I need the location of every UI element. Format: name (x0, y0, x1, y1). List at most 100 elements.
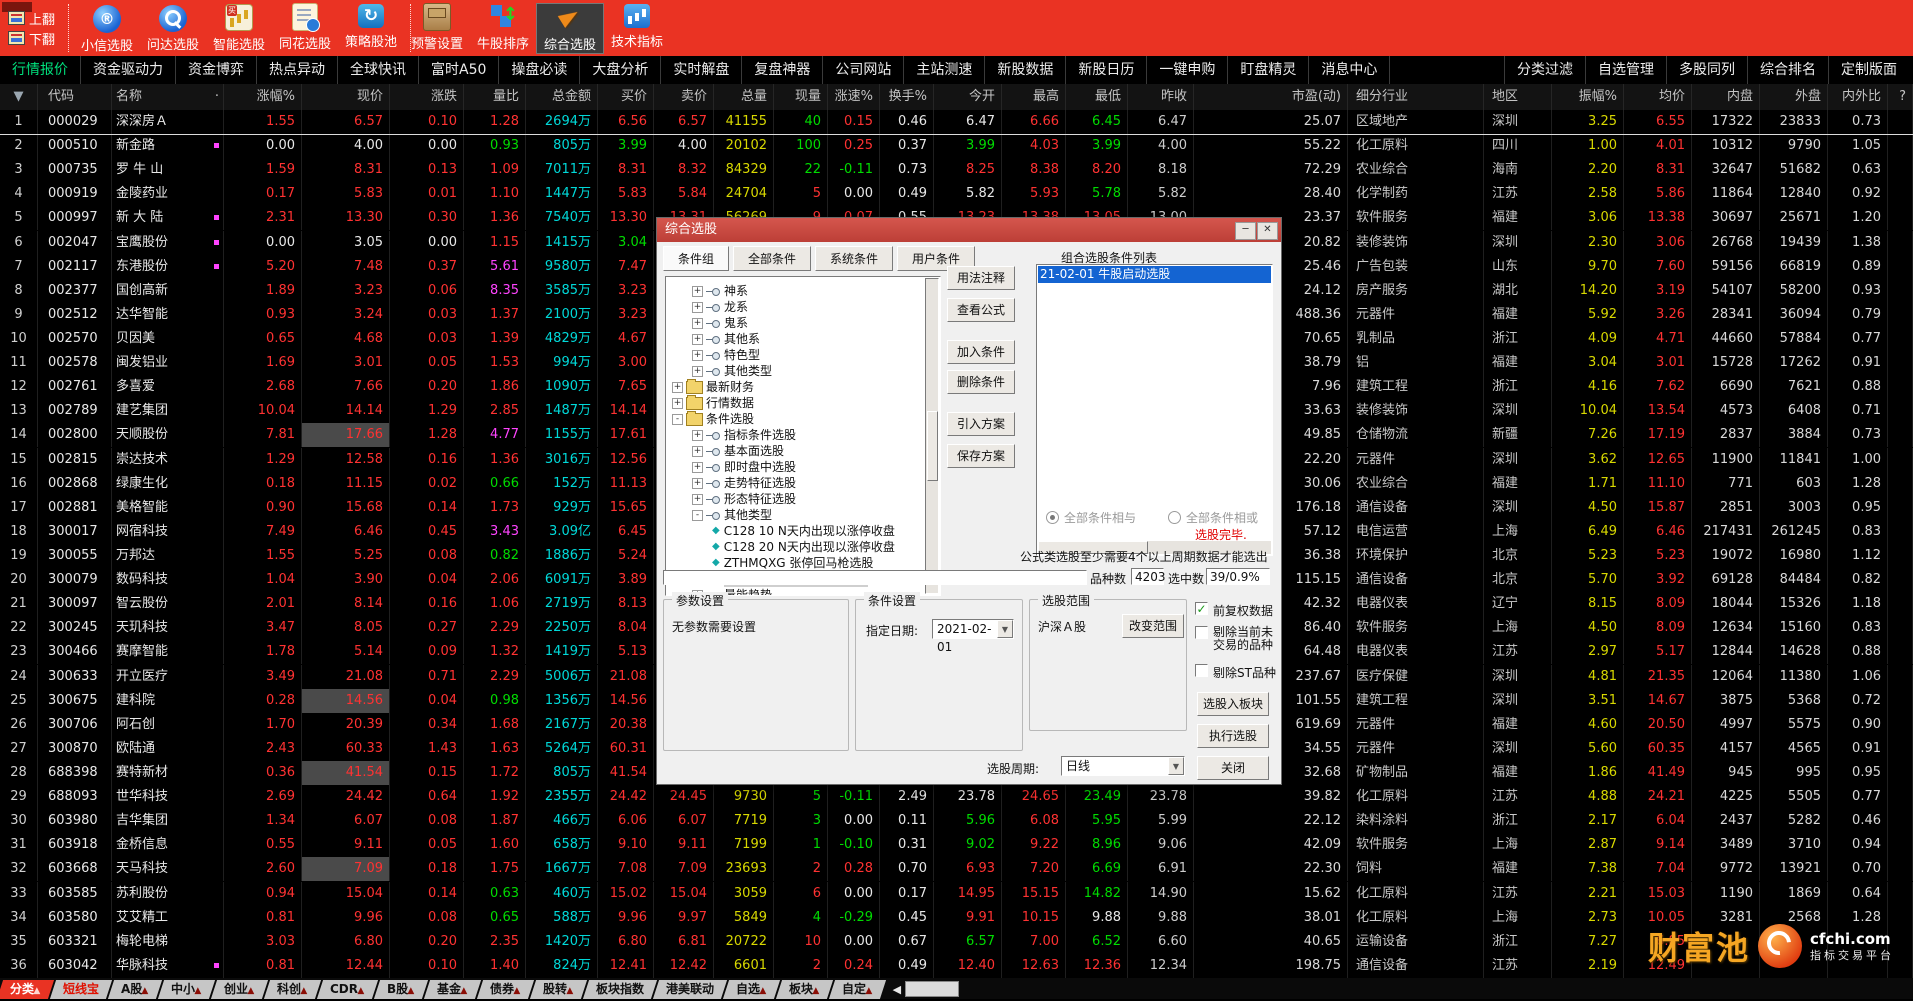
menu-item-一键申购[interactable]: 一键申购 (1147, 56, 1229, 84)
tree-item-ZTHMQXG 张停回马枪选股[interactable]: ◆ ZTHMQXG 张停回马枪选股 (712, 555, 873, 571)
table-row[interactable]: 1 000029 深深房Ａ 1.55 6.57 0.10 1.28 2694万 6.56 6.57… (0, 110, 1913, 134)
column-header-总量[interactable]: 总量 (714, 84, 774, 110)
column-header-外盘[interactable]: 外盘 (1760, 84, 1828, 110)
forward-adjust-checkbox[interactable]: ✓ 前复权数据 (1195, 602, 1277, 619)
expand-icon[interactable]: + (672, 381, 683, 393)
menu-right-item-定制版面[interactable]: 定制版面 (1828, 56, 1909, 84)
delete-condition-button[interactable]: 删除条件 (947, 370, 1015, 394)
tree-item-其他类型[interactable]: + 其他类型 (692, 363, 772, 379)
column-header-昨收[interactable]: 昨收 (1128, 84, 1194, 110)
toolbar-item-预警设置[interactable]: 预警设置 (404, 3, 470, 53)
collapse-icon[interactable]: - (672, 413, 683, 425)
menu-right-item-综合排名[interactable]: 综合排名 (1747, 56, 1828, 84)
expand-icon[interactable]: + (692, 317, 703, 329)
tree-item-条件选股[interactable]: - 条件选股 (672, 410, 754, 427)
column-header-涨跌[interactable]: 涨跌 (390, 84, 464, 110)
toolbar-item-问达选股[interactable]: 问达选股 (140, 3, 206, 53)
add-condition-button[interactable]: 加入条件 (947, 340, 1015, 364)
table-row[interactable]: 34 603580 艾艾精工 0.81 9.96 0.08 0.65 588万 9.96 9.97… (0, 905, 1913, 930)
toolbar-item-智能选股[interactable]: 智能选股 (206, 3, 272, 53)
column-header-卖价[interactable]: 卖价 (654, 84, 714, 110)
skip-st-checkbox[interactable]: 剔除ST品种 (1195, 664, 1277, 681)
tree-item-即时盘中选股[interactable]: + 即时盘中选股 (692, 459, 796, 475)
menu-item-资金博弈[interactable]: 资金博弈 (176, 56, 257, 84)
market-tab-板块指数[interactable]: 板块指数 (582, 980, 657, 999)
expand-icon[interactable]: + (692, 365, 703, 377)
table-row[interactable]: 33 603585 苏利股份 0.94 15.04 0.14 0.63 460万 15.02 15… (0, 881, 1913, 906)
tree-item-C128 10 N天内出现以涨停收盘[interactable]: ◆ C128 10 N天内出现以涨停收盘 (712, 523, 895, 539)
tab-scroll-left-icon[interactable]: ◀ (893, 983, 901, 996)
date-combobox[interactable]: 2021-02-01 ▼ (932, 619, 1014, 654)
menu-item-新股日历[interactable]: 新股日历 (1066, 56, 1148, 84)
table-row[interactable]: 36 603042 华脉科技 0.81 12.44 0.10 1.40 824万 12.41 12… (0, 953, 1913, 978)
market-tab-短线宝[interactable]: 短线宝 (49, 980, 113, 999)
period-combobox[interactable]: 日线 ▼ (1061, 756, 1185, 776)
tree-item-其他类型[interactable]: - 其他类型 (692, 507, 772, 523)
tab-page-box[interactable] (905, 981, 960, 997)
select-to-block-button[interactable]: 选股入板块 (1197, 692, 1269, 716)
expand-icon[interactable]: + (692, 445, 703, 457)
toolbar-item-综合选股[interactable]: 综合选股 (536, 3, 604, 54)
expand-icon[interactable]: + (692, 285, 703, 297)
expand-icon[interactable]: + (692, 349, 703, 361)
minimize-icon[interactable]: ─ (1235, 222, 1256, 240)
toolbar-item-小信选股[interactable]: ® 小信选股 (74, 3, 140, 54)
tree-item-基本面选股[interactable]: + 基本面选股 (692, 443, 784, 459)
tree-scrollbar[interactable] (925, 278, 939, 594)
market-tab-债券[interactable]: 债券▲ (476, 980, 534, 999)
toolbar-item-技术指标[interactable]: 技术指标 (604, 3, 670, 53)
column-header-总金额[interactable]: 总金额 (526, 84, 598, 110)
expand-icon[interactable]: + (692, 333, 703, 345)
tree-item-形态特征选股[interactable]: + 形态特征选股 (692, 491, 796, 507)
dialog-titlebar[interactable]: 综合选股 (657, 218, 1281, 242)
market-tab-股转[interactable]: 股转▲ (529, 980, 587, 999)
expand-icon[interactable]: + (692, 477, 703, 489)
toolbar-item-策略股池[interactable]: ↻ 策略股池 (338, 3, 404, 53)
column-header-内盘[interactable]: 内盘 (1692, 84, 1760, 110)
menu-right-item-多股同列[interactable]: 多股同列 (1666, 56, 1747, 84)
expand-icon[interactable]: + (672, 397, 683, 409)
table-row[interactable]: 31 603918 金桥信息 0.55 9.11 0.05 1.60 658万 9.10 9.11… (0, 833, 1913, 858)
market-tab-创业[interactable]: 创业▲ (211, 980, 269, 999)
tab-system-conditions[interactable]: 系统条件 (815, 246, 893, 271)
sort-arrow-icon[interactable]: ▼ (0, 84, 38, 110)
tree-item-鬼系[interactable]: + 鬼系 (692, 315, 748, 331)
import-plan-button[interactable]: 引入方案 (947, 412, 1015, 436)
radio-all-or[interactable]: 全部条件相或 (1168, 509, 1258, 526)
column-header-现量[interactable]: 现量 (774, 84, 828, 110)
column-header-涨幅%[interactable]: 涨幅% (224, 84, 302, 110)
execute-selection-button[interactable]: 执行选股 (1197, 724, 1269, 748)
table-row[interactable]: 30 603980 吉华集团 1.34 6.07 0.08 1.87 466万 6.06 6.07… (0, 809, 1913, 834)
market-tab-B股[interactable]: B股▲ (373, 980, 429, 999)
table-row[interactable]: 4 000919 金陵药业 0.17 5.83 0.01 1.10 1447万 5.83 5.84… (0, 182, 1913, 207)
chevron-down-icon[interactable]: ▼ (1168, 757, 1184, 775)
market-tab-科创[interactable]: 科创▲ (263, 980, 322, 999)
change-range-button[interactable]: 改变范围 (1122, 614, 1184, 638)
column-header-名称[interactable]: 名称 · (112, 84, 224, 110)
column-header-量比[interactable]: 量比 (464, 84, 526, 110)
expand-icon[interactable]: + (692, 301, 703, 313)
menu-item-资金驱动力[interactable]: 资金驱动力 (81, 56, 176, 84)
close-icon[interactable]: ✕ (1257, 222, 1278, 240)
menu-item-复盘神器[interactable]: 复盘神器 (742, 56, 824, 84)
menu-item-全球快讯[interactable]: 全球快讯 (338, 56, 419, 84)
menu-item-盯盘精灵[interactable]: 盯盘精灵 (1228, 56, 1310, 84)
expand-icon[interactable]: + (692, 461, 703, 473)
collapse-icon[interactable]: - (692, 509, 703, 521)
table-row[interactable]: 32 603668 天马科技 2.60 7.09 0.18 1.75 1667万 7.08 7.0… (0, 857, 1913, 882)
menu-item-操盘必读[interactable]: 操盘必读 (499, 56, 581, 84)
expand-icon[interactable]: + (692, 429, 703, 441)
tab-condition-group[interactable]: 条件组 (663, 246, 729, 271)
market-tab-自选[interactable]: 自选▲ (722, 980, 780, 999)
market-tab-中小[interactable]: 中小▲ (158, 980, 216, 999)
chevron-down-icon[interactable]: ▼ (997, 620, 1013, 638)
tree-item-C128 20 N天内出现以涨停收盘[interactable]: ◆ C128 20 N天内出现以涨停收盘 (712, 539, 895, 555)
table-row[interactable]: 35 603321 梅轮电梯 3.03 6.80 0.20 2.35 1420万 6.80 6.8… (0, 929, 1913, 954)
menu-item-行情报价[interactable]: 行情报价 (0, 56, 81, 84)
column-header-均价[interactable]: 均价 (1624, 84, 1692, 110)
menu-item-主站测速[interactable]: 主站测速 (904, 56, 986, 84)
radio-all-and[interactable]: 全部条件相与 (1046, 509, 1136, 526)
page-up-button[interactable]: 上翻 (8, 8, 68, 28)
menu-item-公司网站[interactable]: 公司网站 (823, 56, 905, 84)
tree-item-最新财务[interactable]: + 最新财务 (672, 378, 754, 395)
